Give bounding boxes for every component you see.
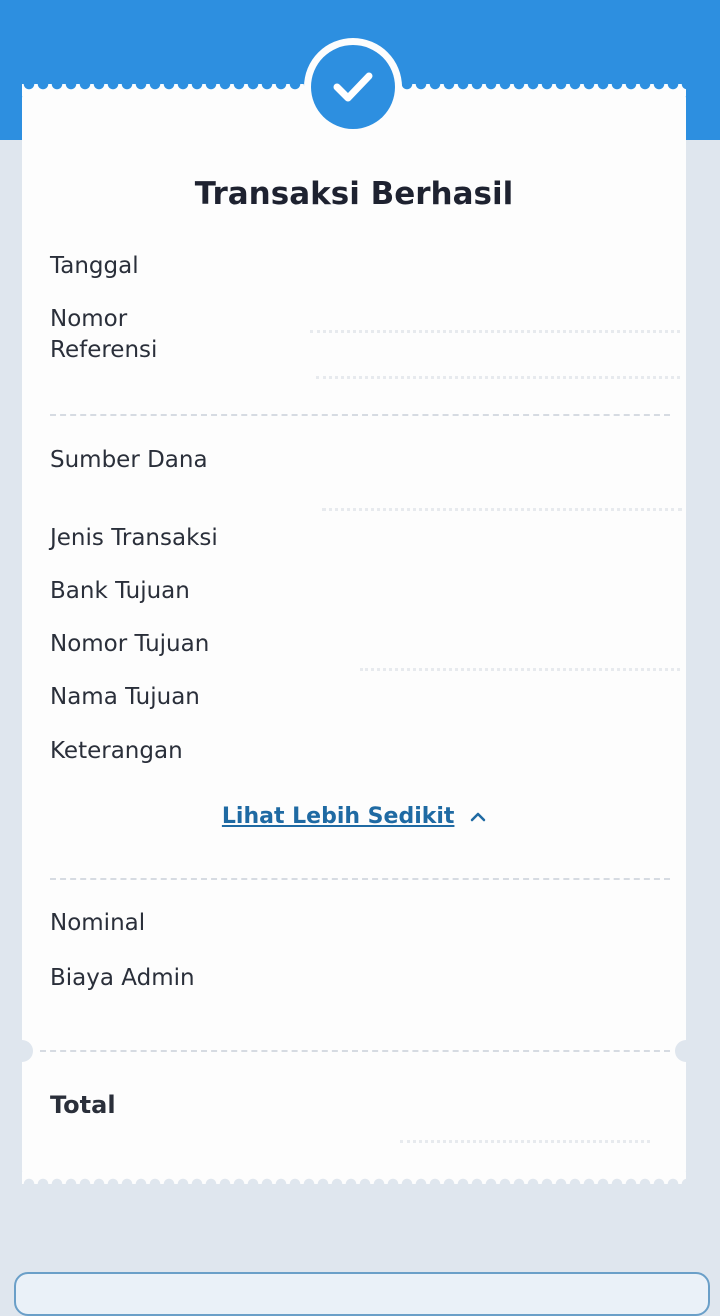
- redacted-value: [322, 508, 682, 511]
- total-divider: [40, 1050, 670, 1052]
- see-less-link[interactable]: Lihat Lebih Sedikit: [22, 804, 686, 829]
- bottom-action-button[interactable]: [14, 1272, 710, 1316]
- success-badge: [304, 38, 402, 136]
- amount-label: Nominal: [50, 910, 146, 936]
- redacted-value: [360, 668, 680, 671]
- source-of-funds-label: Sumber Dana: [50, 447, 208, 473]
- note-label: Keterangan: [50, 738, 183, 764]
- destination-number-label: Nomor Tujuan: [50, 631, 210, 657]
- page-title: Transaksi Berhasil: [194, 176, 514, 212]
- redacted-value: [316, 376, 680, 379]
- redacted-value: [310, 330, 680, 333]
- date-label: Tanggal: [50, 253, 139, 279]
- transaction-type-label: Jenis Transaksi: [50, 525, 218, 551]
- chevron-up-icon[interactable]: [470, 811, 486, 823]
- destination-bank-label: Bank Tujuan: [50, 578, 190, 604]
- receipt-bottom-edge: [22, 1172, 686, 1184]
- redacted-value: [400, 1140, 650, 1143]
- admin-fee-label: Biaya Admin: [50, 965, 195, 991]
- checkmark-icon: [333, 72, 373, 102]
- destination-name-label: Nama Tujuan: [50, 684, 200, 710]
- receipt-notch-left: [11, 1040, 33, 1062]
- reference-number-label: Nomor Referensi: [50, 306, 158, 363]
- see-less-link-text[interactable]: Lihat Lebih Sedikit: [222, 804, 455, 829]
- receipt-notch-right: [675, 1040, 697, 1062]
- total-label: Total: [50, 1091, 116, 1119]
- section-divider: [50, 414, 670, 416]
- section-divider: [50, 878, 670, 880]
